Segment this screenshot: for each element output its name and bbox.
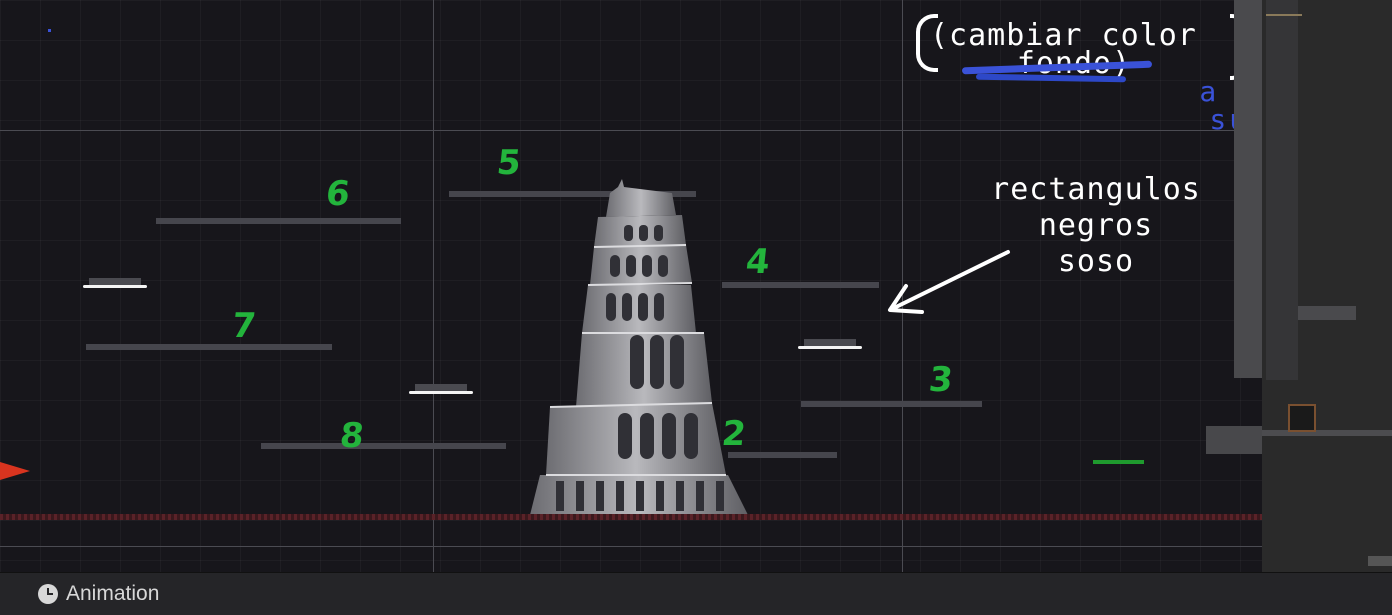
red-spike[interactable]	[0, 460, 32, 482]
clock-icon	[38, 584, 58, 604]
number-3: 3	[926, 360, 955, 400]
animation-tab-label: Animation	[66, 582, 160, 605]
number-5: 5	[494, 143, 523, 183]
platform-6[interactable]	[156, 218, 401, 224]
platform-8[interactable]	[261, 443, 506, 449]
dark-column	[1266, 0, 1298, 380]
short-rectangle[interactable]	[409, 384, 473, 394]
top-marker	[1266, 2, 1302, 16]
grid-line	[0, 130, 1262, 131]
tower-sprite[interactable]	[526, 175, 752, 517]
annotation-line-1: rectangulos	[991, 172, 1201, 207]
platform-7[interactable]	[86, 344, 332, 350]
animation-tab[interactable]: Animation	[38, 581, 159, 607]
annotation-line-2: negros	[1038, 208, 1154, 243]
panel-thumbnail	[1368, 556, 1392, 566]
grid-line	[433, 0, 434, 572]
panel-strip	[1262, 430, 1392, 436]
green-platform[interactable]	[1093, 460, 1144, 464]
number-8: 8	[337, 416, 366, 456]
small-dot	[48, 29, 51, 32]
object-icon[interactable]	[1288, 404, 1316, 432]
platform-3[interactable]	[801, 401, 982, 407]
number-6: 6	[323, 174, 352, 214]
short-rectangle[interactable]	[798, 339, 862, 349]
arrow-annotation	[888, 250, 1010, 314]
gray-block[interactable]	[1206, 426, 1262, 454]
gray-wall[interactable]	[1234, 0, 1262, 378]
bottom-toolbar: Animation	[0, 572, 1392, 615]
right-panel	[1262, 0, 1392, 572]
number-7: 7	[229, 306, 258, 346]
grid-line	[0, 546, 1262, 547]
gray-ledge[interactable]	[1298, 306, 1356, 320]
game-scene-view[interactable]: 6 5 4 7 3 8 2 rectangulos negros soso (c…	[0, 0, 1392, 572]
short-rectangle[interactable]	[83, 278, 147, 288]
ground-strip[interactable]	[0, 514, 1262, 520]
